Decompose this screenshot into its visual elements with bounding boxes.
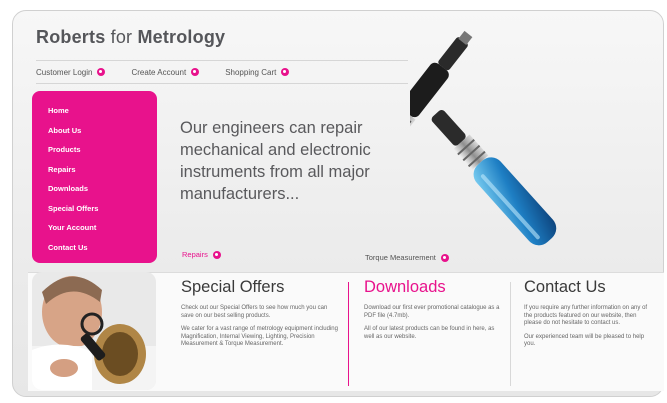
engineer-photo	[32, 272, 156, 390]
create-account-label: Create Account	[131, 67, 187, 77]
sidenav-item-your-account[interactable]: Your Account	[48, 218, 157, 238]
divider	[510, 282, 511, 386]
customer-login-label: Customer Login	[36, 67, 93, 77]
special-offers-text-2: We cater for a vast range of metrology e…	[181, 326, 338, 347]
arrow-dot-icon	[191, 68, 200, 76]
sidenav-item-about[interactable]: About Us	[48, 121, 157, 141]
create-account-link[interactable]: Create Account	[131, 67, 200, 77]
sidenav-item-home[interactable]: Home	[48, 101, 157, 121]
sidenav-item-downloads[interactable]: Downloads	[48, 179, 157, 199]
customer-login-link[interactable]: Customer Login	[36, 67, 106, 77]
brand-name-b: for	[110, 27, 133, 47]
contact-text-2: Our experienced team will be pleased to …	[524, 333, 645, 348]
special-offers-section: Special Offers Check out our Special Off…	[181, 278, 341, 349]
downloads-text-1: Download our first ever promotional cata…	[364, 305, 500, 319]
brand-name-a: Roberts	[36, 27, 106, 47]
downloads-title[interactable]: Downloads	[364, 278, 502, 297]
downloads-text-2: All of our latest products can be found …	[364, 326, 495, 340]
arrow-dot-icon	[97, 68, 106, 76]
shopping-cart-link[interactable]: Shopping Cart	[225, 67, 290, 77]
site-logo[interactable]: Roberts for Metrology	[36, 27, 225, 48]
downloads-section: Downloads Download our first ever promot…	[364, 278, 502, 341]
top-nav: Customer Login Create Account Shopping C…	[36, 60, 408, 84]
repairs-link-label: Repairs	[182, 250, 208, 259]
arrow-dot-icon	[212, 250, 221, 259]
sidenav-item-contact[interactable]: Contact Us	[48, 238, 157, 258]
torque-screwdrivers-image	[410, 30, 557, 246]
special-offers-title[interactable]: Special Offers	[181, 278, 341, 297]
repairs-link[interactable]: Repairs	[182, 250, 221, 259]
contact-title[interactable]: Contact Us	[524, 278, 652, 297]
blue-screwdriver-icon	[431, 109, 557, 246]
special-offers-text-1: Check out our Special Offers to see how …	[181, 305, 328, 319]
brand-name-c: Metrology	[137, 27, 226, 47]
contact-text-1: If you require any further information o…	[524, 305, 648, 326]
sidenav-item-repairs[interactable]: Repairs	[48, 160, 157, 180]
arrow-dot-icon	[281, 68, 290, 76]
contact-section: Contact Us If you require any further in…	[524, 278, 652, 349]
divider	[348, 282, 349, 386]
shopping-cart-label: Shopping Cart	[225, 67, 277, 77]
sidenav-item-products[interactable]: Products	[48, 140, 157, 160]
hero-text: Our engineers can repair mechanical and …	[180, 119, 371, 203]
engineer-magnifier-image	[32, 272, 156, 390]
side-nav: Home About Us Products Repairs Downloads…	[32, 91, 157, 263]
sidenav-item-special-offers[interactable]: Special Offers	[48, 199, 157, 219]
